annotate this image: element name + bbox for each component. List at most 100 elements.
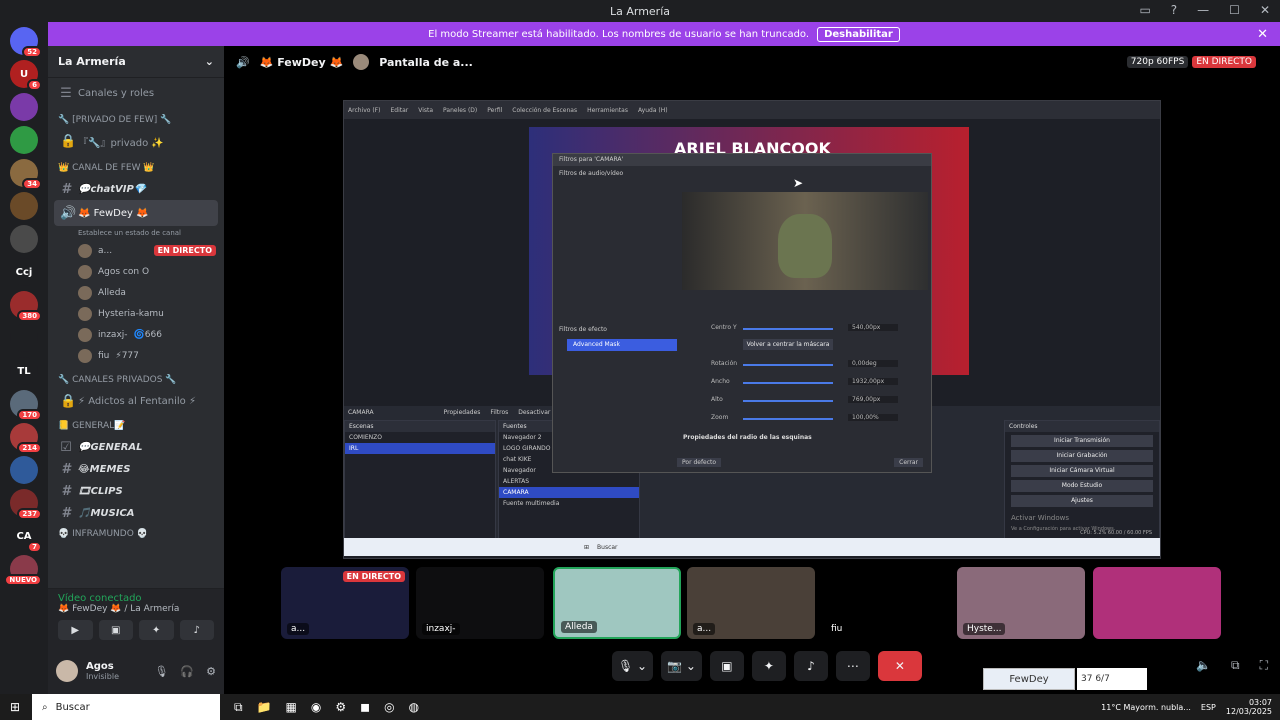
participant-tile[interactable]: fiu bbox=[821, 567, 949, 639]
category-general[interactable]: 📒 GENERAL📝 bbox=[48, 416, 224, 436]
control-button[interactable]: Iniciar Cámara Virtual bbox=[1011, 465, 1153, 477]
deactivate-button[interactable]: Desactivar bbox=[518, 409, 550, 416]
server-icon[interactable]: 34 bbox=[10, 159, 42, 190]
scene-item[interactable]: IRL bbox=[345, 443, 495, 454]
server-icon[interactable] bbox=[10, 225, 38, 253]
participant-tile[interactable]: Alleda bbox=[553, 567, 681, 639]
server-icon[interactable]: Ccj bbox=[10, 258, 38, 286]
slider-track[interactable] bbox=[743, 418, 833, 420]
server-icon[interactable]: 237 bbox=[10, 489, 42, 520]
voice-location[interactable]: 🦊 FewDey 🦊 / La Armería bbox=[58, 604, 214, 614]
source-item[interactable]: ALERTAS bbox=[499, 476, 639, 487]
source-item[interactable]: Fuente multimedia bbox=[499, 498, 639, 509]
inbox-icon[interactable]: ▭ bbox=[1139, 3, 1150, 17]
slider-value[interactable]: 100,00% bbox=[848, 414, 898, 421]
mask-slider[interactable]: Rotación 0,00deg bbox=[711, 360, 923, 370]
shared-screen[interactable]: Archivo (F) Editar Vista Paneles (D) Perfil C… bbox=[343, 100, 1161, 559]
mask-slider[interactable]: Ancho 1932,00px bbox=[711, 378, 923, 388]
selected-filter[interactable]: Advanced Mask bbox=[567, 339, 677, 351]
channel-chatvip[interactable]: # 💬chatVIP💎 bbox=[48, 178, 224, 200]
avatar[interactable] bbox=[56, 660, 78, 682]
weather[interactable]: 11°C Mayorm. nubla... bbox=[1101, 703, 1191, 712]
screen-share-button[interactable]: ▣ bbox=[98, 620, 133, 640]
headphones-icon[interactable]: 🎧 bbox=[180, 665, 194, 678]
obs-menu-item[interactable]: Editar bbox=[390, 107, 408, 114]
clock-date[interactable]: 12/03/2025 bbox=[1226, 707, 1272, 716]
fullscreen-icon[interactable]: ⛶ bbox=[1260, 658, 1268, 673]
obs-menu-item[interactable]: Ayuda (H) bbox=[638, 107, 668, 114]
disable-streamer-button[interactable]: Deshabilitar bbox=[817, 26, 900, 42]
channel-general[interactable]: ☑ 💬GENERAL bbox=[48, 436, 224, 458]
participant-tile[interactable]: a... bbox=[687, 567, 815, 639]
control-button[interactable]: Ajustes bbox=[1011, 495, 1153, 507]
help-icon[interactable]: ? bbox=[1171, 3, 1177, 17]
soundboard-button[interactable]: ♪ bbox=[793, 651, 828, 681]
slider-track[interactable] bbox=[743, 400, 833, 402]
popout-icon[interactable]: ⧉ bbox=[1231, 658, 1240, 673]
obs-menu-item[interactable]: Herramientas bbox=[587, 107, 628, 114]
task-view-icon[interactable]: ⧉ bbox=[234, 700, 243, 715]
server-icon[interactable]: NUEVO bbox=[4, 555, 42, 586]
voice-user[interactable]: Alleda bbox=[48, 282, 224, 303]
activity-button[interactable]: ✦ bbox=[139, 620, 174, 640]
end-stream-button[interactable]: ✕ bbox=[877, 651, 922, 681]
obs-menu-item[interactable]: Archivo (F) bbox=[348, 107, 380, 114]
channel-musica[interactable]: # 🎵MUSICA bbox=[48, 502, 224, 524]
obs-menu-item[interactable]: Vista bbox=[418, 107, 433, 114]
clock-time[interactable]: 03:07 bbox=[1226, 698, 1272, 707]
control-button[interactable]: Iniciar Transmisión bbox=[1011, 435, 1153, 447]
close-window-button[interactable]: ✕ bbox=[1260, 3, 1270, 17]
participant-tile[interactable] bbox=[1093, 567, 1221, 639]
participant-tile[interactable]: inzaxj- bbox=[416, 567, 544, 639]
voice-user[interactable]: Hysteria-kamu bbox=[48, 303, 224, 324]
voice-user[interactable]: fiu ⚡777 bbox=[48, 345, 224, 366]
language[interactable]: ESP bbox=[1201, 703, 1216, 712]
channel-memes[interactable]: # 😂MEMES bbox=[48, 458, 224, 480]
server-icon[interactable]: 52 bbox=[10, 27, 42, 58]
voice-status[interactable]: Vídeo conectado bbox=[58, 593, 214, 604]
close-button[interactable]: Cerrar bbox=[894, 458, 923, 467]
slider-track[interactable] bbox=[743, 382, 833, 384]
taskbar-search[interactable]: ⌕ Buscar bbox=[32, 694, 220, 720]
channel-clips[interactable]: # 🎞CLIPS bbox=[48, 480, 224, 502]
chrome-icon[interactable]: ◉ bbox=[311, 700, 321, 715]
microphone-icon[interactable]: 🎙 bbox=[154, 665, 168, 678]
server-icon[interactable] bbox=[10, 456, 38, 484]
voice-user[interactable]: Agos con O bbox=[48, 261, 224, 282]
category-private-few[interactable]: 🔧 [PRIVADO DE FEW] 🔧 bbox=[48, 110, 224, 130]
voice-channel-fewdey[interactable]: 🔊 🦊 FewDey 🦊 bbox=[54, 200, 218, 226]
camera-button[interactable]: ▶ bbox=[58, 620, 93, 640]
server-icon[interactable] bbox=[10, 93, 38, 121]
scene-item[interactable]: COMIENZO bbox=[345, 432, 495, 443]
mask-slider[interactable]: Alto 769,00px bbox=[711, 396, 923, 406]
server-icon[interactable]: U6 bbox=[10, 60, 42, 91]
source-item[interactable]: CAMARA bbox=[499, 487, 639, 498]
server-icon[interactable]: 170 bbox=[10, 390, 42, 421]
camera-button[interactable]: 📷 ⌄ bbox=[661, 651, 702, 681]
category-canal-few[interactable]: 👑 CANAL DE FEW 👑 bbox=[48, 158, 224, 178]
obs-icon[interactable]: ◍ bbox=[409, 700, 419, 715]
app-icon[interactable]: ◼ bbox=[360, 700, 370, 715]
obs-menu-item[interactable]: Paneles (D) bbox=[443, 107, 477, 114]
channel-status[interactable]: Establece un estado de canal bbox=[48, 226, 224, 240]
voice-user[interactable]: inzaxj- 🌀666 bbox=[48, 324, 224, 345]
maximize-button[interactable]: ☐ bbox=[1229, 3, 1240, 17]
obs-menu-item[interactable]: Colección de Escenas bbox=[512, 107, 577, 114]
server-icon[interactable] bbox=[10, 324, 38, 352]
calculator-icon[interactable]: ▦ bbox=[286, 700, 297, 715]
slider-value[interactable]: 540,00px bbox=[848, 324, 898, 331]
inner-search[interactable]: Buscar bbox=[597, 544, 618, 551]
control-button[interactable]: Modo Estudio bbox=[1011, 480, 1153, 492]
properties-button[interactable]: Propiedades bbox=[444, 409, 481, 416]
server-icon[interactable]: CA 7 bbox=[10, 522, 42, 553]
participant-tile[interactable]: Hyste... bbox=[957, 567, 1085, 639]
close-icon[interactable]: ✕ bbox=[1257, 27, 1268, 42]
category-private-channels[interactable]: 🔧 CANALES PRIVADOS 🔧 bbox=[48, 370, 224, 390]
server-icon[interactable] bbox=[10, 126, 38, 154]
more-button[interactable]: ⋯ bbox=[835, 651, 870, 681]
participant-tile[interactable]: a... EN DIRECTO bbox=[281, 567, 409, 639]
recenter-button[interactable]: Volver a centrar la máscara bbox=[743, 339, 833, 350]
filters-button[interactable]: Filtros bbox=[490, 409, 508, 416]
defaults-button[interactable]: Por defecto bbox=[677, 458, 722, 467]
mask-slider[interactable]: Zoom 100,00% bbox=[711, 414, 923, 424]
